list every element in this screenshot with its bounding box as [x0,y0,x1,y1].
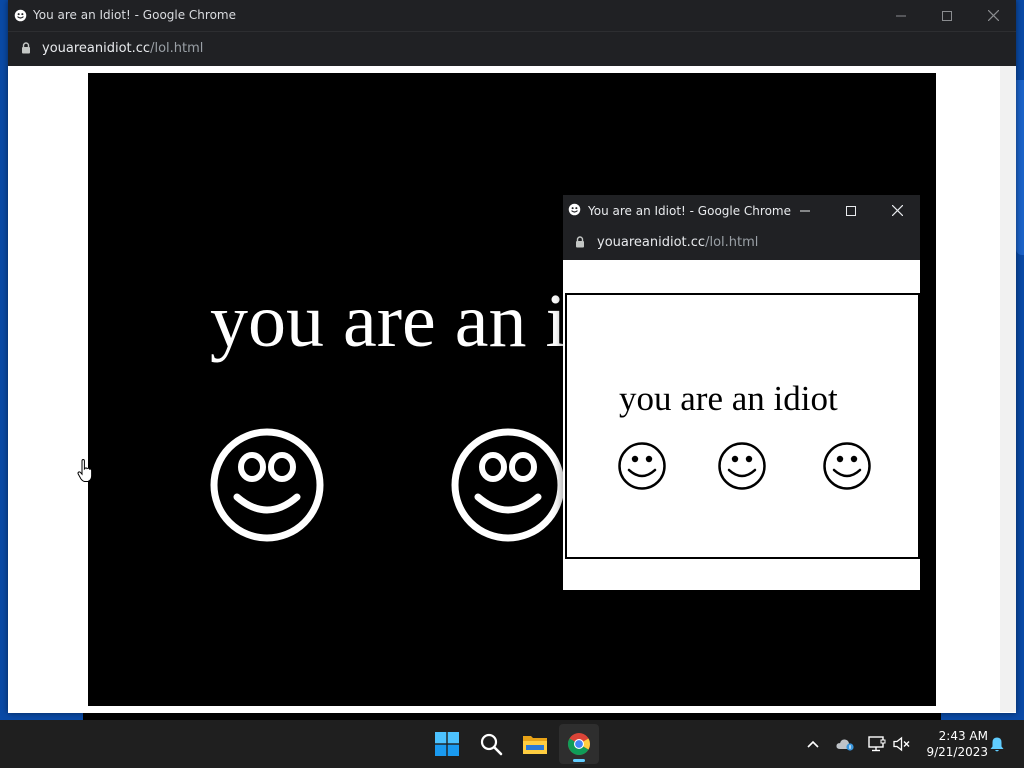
url-host: youareanidiot.cc [42,41,151,56]
chevron-up-icon [807,740,819,748]
notifications-button[interactable] [986,720,1008,768]
volume-muted-icon [893,736,910,752]
popup-maximize-button[interactable] [828,195,874,226]
popup-url[interactable]: youareanidiot.cc/lol.html [597,235,758,250]
popup-minimize-button[interactable] [782,195,828,226]
clock-date: 9/21/2023 [926,745,988,759]
close-icon [987,10,999,21]
notification-bell-icon [990,737,1004,751]
favicon-smiley-icon [14,9,27,22]
main-window-title: You are an Idiot! - Google Chrome [33,8,236,22]
onedrive-icon [836,739,854,751]
file-explorer-button[interactable] [515,724,555,764]
url-path: /lol.html [150,41,204,56]
volume-button[interactable] [891,720,913,768]
network-icon [868,736,886,752]
start-button[interactable] [427,724,467,764]
smiley-icon [718,442,766,490]
onedrive-button[interactable] [834,720,856,768]
show-hidden-icons-button[interactable] [802,720,824,768]
popup-title-bar[interactable]: You are an Idiot! - Google Chrome [563,195,920,226]
chrome-icon [568,733,590,755]
main-address-bar[interactable]: youareanidiot.cc/lol.html [8,31,1016,66]
search-icon [480,733,503,756]
main-url[interactable]: youareanidiot.cc/lol.html [42,41,203,56]
clock[interactable]: 2:43 AM 9/21/2023 [918,728,988,760]
search-button[interactable] [471,724,511,764]
smiley-icon [210,428,324,542]
lock-icon [22,42,30,54]
file-explorer-icon [523,736,547,754]
maximize-icon [846,205,856,216]
hand-cursor-icon [77,459,93,482]
background-window-edge [83,711,941,720]
popup-browser-window[interactable]: You are an Idiot! - Google Chrome youare… [563,195,920,590]
maximize-icon [942,10,952,21]
minimize-icon [896,15,906,16]
minimize-button[interactable] [878,0,924,31]
favicon-smiley-icon [568,203,581,216]
network-button[interactable] [866,720,888,768]
main-scrollbar[interactable] [1000,66,1016,712]
active-app-indicator [573,759,585,762]
lock-icon [576,236,584,248]
close-button[interactable] [970,0,1016,31]
popup-window-title: You are an Idiot! - Google Chrome [588,204,791,218]
smiley-icon [823,442,871,490]
taskbar: 2:43 AM 9/21/2023 [0,720,1024,768]
minimize-icon [800,210,810,211]
maximize-button[interactable] [924,0,970,31]
desktop-background [1016,80,1024,255]
popup-close-button[interactable] [874,195,920,226]
popup-message: you are an idiot [619,379,838,418]
start-icon [435,732,459,756]
url-host: youareanidiot.cc [597,235,706,250]
url-path: /lol.html [705,235,759,250]
popup-page-content: you are an idiot [565,293,920,559]
clock-time: 2:43 AM [938,729,988,743]
smiley-icon [618,442,666,490]
main-title-bar[interactable]: You are an Idiot! - Google Chrome [8,0,1016,31]
smiley-icon [451,428,565,542]
chrome-taskbar-button[interactable] [559,724,599,764]
close-icon [891,205,903,216]
popup-address-bar[interactable]: youareanidiot.cc/lol.html [563,226,920,260]
